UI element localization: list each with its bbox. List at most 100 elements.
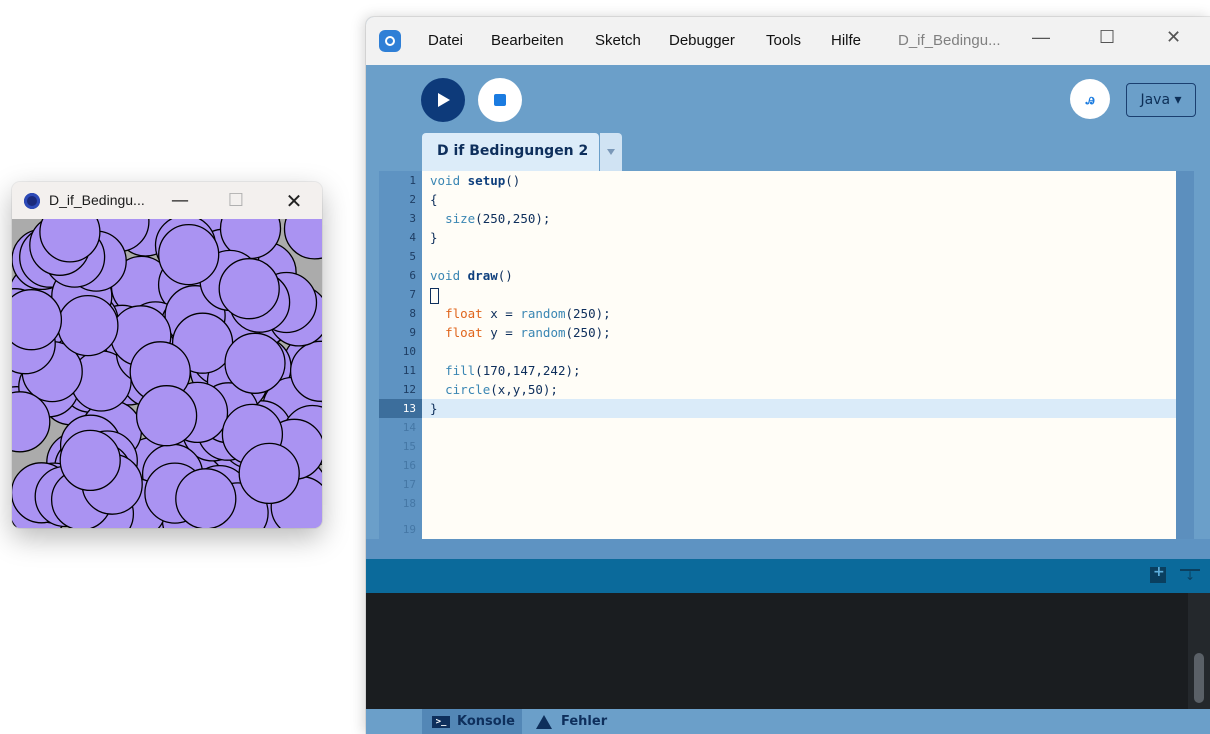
clear-console-icon[interactable] [1180,569,1200,585]
code-line-12: circle(x,y,50); [422,380,1176,399]
code-line-2: { [422,190,1176,209]
processing-app-icon [24,193,40,209]
menu-hilfe[interactable]: Hilfe [831,32,861,49]
copy-console-icon[interactable] [1150,564,1166,583]
line-number: 16 [402,459,416,472]
line-number: 19 [402,523,416,536]
keyword: float [445,306,483,321]
line-number: 1 [409,174,416,187]
code-text: (250); [565,306,611,321]
tab-label: D if Bedingungen 2 [437,143,589,159]
drawn-circle [283,198,322,260]
tab-konsole[interactable]: >_ Konsole [422,709,522,734]
function-call: circle [445,382,491,397]
code-line-13-current: } [422,399,1176,418]
line-number: 17 [402,478,416,491]
processing-logo-icon [379,30,401,52]
code-text: } [430,230,438,245]
menu-bearbeiten[interactable]: Bearbeiten [491,32,564,49]
code-line-7 [422,285,1176,304]
stop-button[interactable] [478,78,522,122]
editor-scrollbar[interactable] [1176,171,1194,539]
code-text: () [505,173,521,188]
menu-tools[interactable]: Tools [766,32,801,49]
sketch-titlebar[interactable]: D_if_Bedingu... — ☐ ✕ [12,182,322,219]
line-number-gutter: 1 2 3 4 5 6 7 8 9 10 11 12 13 14 15 16 1… [379,171,422,539]
tab-sketch[interactable]: D if Bedingungen 2 [422,133,599,171]
code-text: (170,147,242); [475,363,581,378]
mode-selector[interactable]: Java ▾ [1126,83,1196,117]
line-number: 7 [409,288,416,301]
line-number: 14 [402,421,416,434]
warning-icon [536,714,552,729]
line-number: 11 [402,364,416,377]
toolbar: ꭿ Java ▾ [366,65,1210,137]
code-text: () [497,268,513,283]
console-scrollbar-thumb[interactable] [1194,653,1204,703]
line-number: 10 [402,345,416,358]
tab-fehler[interactable]: Fehler [532,709,607,734]
drawn-circle [175,468,237,528]
console-output[interactable] [366,593,1210,709]
ide-close-button[interactable]: ✕ [1166,27,1181,48]
code-text: y = [482,325,521,340]
drawn-circle [238,442,300,505]
minimize-button[interactable]: — [160,187,200,215]
sketch-window: D_if_Bedingu... — ☐ ✕ [12,182,322,528]
processing-ide-window: Datei Bearbeiten Sketch Debugger Tools H… [366,17,1210,734]
ide-minimize-button[interactable]: — [1032,27,1050,48]
code-line-6: void draw() [422,266,1176,285]
status-bar: >_ Konsole Fehler [366,709,1210,734]
menu-sketch[interactable]: Sketch [595,32,641,49]
function-call: random [520,325,566,340]
line-number: 18 [402,497,416,510]
code-line-9: float y = random(250); [422,323,1176,342]
editor-footer [366,539,1210,559]
function-name: setup [467,173,506,188]
ide-maximize-button[interactable]: ☐ [1099,27,1115,48]
code-line-1: void setup() [422,171,1176,190]
code-text: x = [482,306,521,321]
sketch-canvas [12,190,322,528]
keyword: void [430,173,461,188]
tab-menu-dropdown[interactable] [600,133,622,171]
bracket-match-marker [430,287,439,304]
drawn-circle [224,332,286,394]
debug-button[interactable]: ꭿ [1070,79,1110,119]
console-header [366,559,1210,593]
keyword: void [430,268,461,283]
function-name: draw [467,268,498,283]
close-button[interactable]: ✕ [274,187,314,215]
menu-debugger[interactable]: Debugger [669,32,735,49]
run-button[interactable] [421,78,465,122]
drawn-circle [59,429,121,492]
fehler-label: Fehler [561,714,608,729]
menu-datei[interactable]: Datei [428,32,463,49]
line-number: 8 [409,307,416,320]
line-number: 4 [409,231,416,244]
code-text: (250); [565,325,611,340]
line-number: 6 [409,269,416,282]
function-call: size [445,211,476,226]
line-number: 5 [409,250,416,263]
code-line-11: fill(170,147,242); [422,361,1176,380]
code-line-8: float x = random(250); [422,304,1176,323]
line-number: 9 [409,326,416,339]
line-number: 15 [402,440,416,453]
line-number: 2 [409,193,416,206]
line-number: 3 [409,212,416,225]
maximize-button[interactable]: ☐ [216,187,256,215]
line-number-current: 13 [379,399,422,418]
ide-window-title: D_if_Bedingu... [898,32,1001,49]
code-editor[interactable]: void setup() { size(250,250); } void dra… [422,171,1176,539]
konsole-label: Konsole [457,714,515,729]
code-line-3: size(250,250); [422,209,1176,228]
drawn-circle [158,223,220,286]
function-call: fill [445,363,476,378]
code-line-4: } [422,228,1176,247]
code-text: (250,250); [475,211,551,226]
circles-drawing [12,190,322,528]
drawn-circle [135,385,198,447]
